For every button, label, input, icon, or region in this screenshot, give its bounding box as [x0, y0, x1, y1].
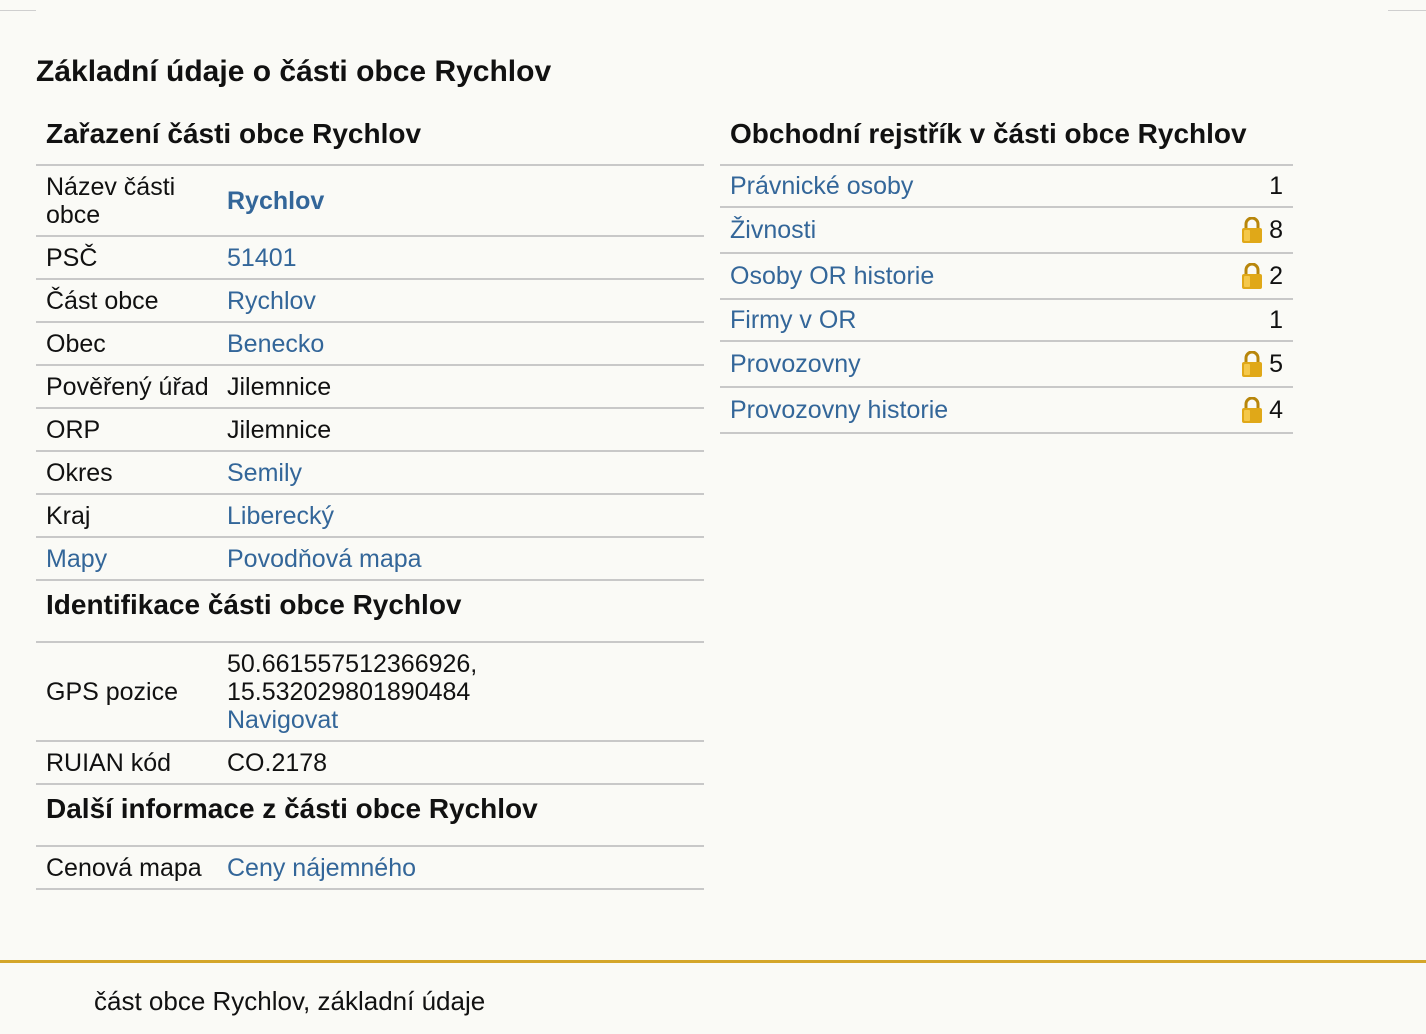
count-value: 4 [1269, 395, 1283, 424]
table-row-price-map: Cenová mapa Ceny nájemného [36, 847, 704, 890]
table-row-municipality: Obec Benecko [36, 323, 704, 366]
list-item-or-companies: Firmy v OR 1 [720, 300, 1293, 342]
gps-longitude: 15.532029801890484 [227, 677, 471, 706]
establishments-history-link[interactable]: Provozovny historie [730, 396, 948, 425]
count-value: 1 [1269, 171, 1283, 200]
count-value: 8 [1269, 215, 1283, 244]
table-row-authorized-office: Pověřený úřad Jilemnice [36, 366, 704, 409]
classification-heading: Zařazení části obce Rychlov [36, 110, 704, 166]
row-label: RUIAN kód [46, 748, 172, 777]
count-value: 2 [1269, 261, 1283, 290]
table-row-orp: ORP Jilemnice [36, 409, 704, 452]
table-row-region: Kraj Liberecký [36, 495, 704, 538]
table-row-part-name: Název části obce Rychlov [36, 166, 704, 237]
count-value: 5 [1269, 349, 1283, 378]
list-item-or-persons-history: Osoby OR historie 2 [720, 254, 1293, 300]
top-divider-right [1388, 10, 1426, 11]
table-row-maps: Mapy Povodňová mapa [36, 538, 704, 581]
table-row-part: Část obce Rychlov [36, 280, 704, 323]
table-row-psc: PSČ 51401 [36, 237, 704, 280]
lock-icon [1241, 351, 1263, 377]
row-label: Pověřený úřad [46, 372, 209, 401]
gps-latitude: 50.661557512366926, [227, 649, 478, 678]
left-column: Zařazení části obce Rychlov Název části … [36, 110, 704, 890]
flood-map-link[interactable]: Povodňová mapa [227, 545, 422, 573]
row-label: Název části obce [46, 172, 176, 229]
row-label: Okres [46, 458, 113, 487]
table-row-ruian: RUIAN kód CO.2178 [36, 742, 704, 785]
municipality-link[interactable]: Benecko [227, 330, 324, 358]
or-companies-link[interactable]: Firmy v OR [730, 306, 856, 335]
row-label: GPS pozice [46, 677, 179, 706]
page-title: Základní údaje o části obce Rychlov [36, 55, 552, 88]
ruian-value: CO.2178 [227, 748, 328, 777]
part-link[interactable]: Rychlov [227, 287, 316, 315]
maps-link[interactable]: Mapy [46, 545, 107, 573]
orp-value: Jilemnice [227, 415, 332, 444]
footer: část obce Rychlov, základní údaje [0, 960, 1426, 1034]
identification-heading: Identifikace části obce Rychlov [36, 581, 704, 643]
part-name-link[interactable]: Rychlov [227, 187, 324, 215]
list-item-legal-entities: Právnické osoby 1 [720, 166, 1293, 208]
row-label: Část obce [46, 286, 159, 315]
list-item-establishments-history: Provozovny historie 4 [720, 388, 1293, 434]
lock-icon [1241, 397, 1263, 423]
footer-text: část obce Rychlov, základní údaje [94, 986, 486, 1016]
row-label: Cenová mapa [46, 853, 202, 882]
establishments-link[interactable]: Provozovny [730, 350, 861, 379]
navigate-link[interactable]: Navigovat [227, 706, 338, 734]
or-persons-history-link[interactable]: Osoby OR historie [730, 262, 934, 291]
list-item-trades: Živnosti 8 [720, 208, 1293, 254]
lock-icon [1241, 217, 1263, 243]
right-column: Obchodní rejstřík v části obce Rychlov P… [720, 110, 1293, 434]
table-row-gps: GPS pozice 50.661557512366926, 15.532029… [36, 643, 704, 742]
psc-link[interactable]: 51401 [227, 244, 297, 272]
district-link[interactable]: Semily [227, 459, 302, 487]
count-value: 1 [1269, 305, 1283, 334]
row-label: ORP [46, 415, 101, 444]
rent-prices-link[interactable]: Ceny nájemného [227, 854, 416, 882]
top-divider-left [0, 10, 36, 11]
authorized-office-value: Jilemnice [227, 372, 332, 401]
region-link[interactable]: Liberecký [227, 502, 334, 530]
row-label: Obec [46, 329, 106, 358]
business-register-heading: Obchodní rejstřík v části obce Rychlov [720, 110, 1293, 166]
row-label: Kraj [46, 501, 91, 530]
row-label: PSČ [46, 243, 98, 272]
list-item-establishments: Provozovny 5 [720, 342, 1293, 388]
trades-link[interactable]: Živnosti [730, 216, 816, 245]
lock-icon [1241, 263, 1263, 289]
legal-entities-link[interactable]: Právnické osoby [730, 172, 913, 201]
more-info-heading: Další informace z části obce Rychlov [36, 785, 704, 847]
table-row-district: Okres Semily [36, 452, 704, 495]
